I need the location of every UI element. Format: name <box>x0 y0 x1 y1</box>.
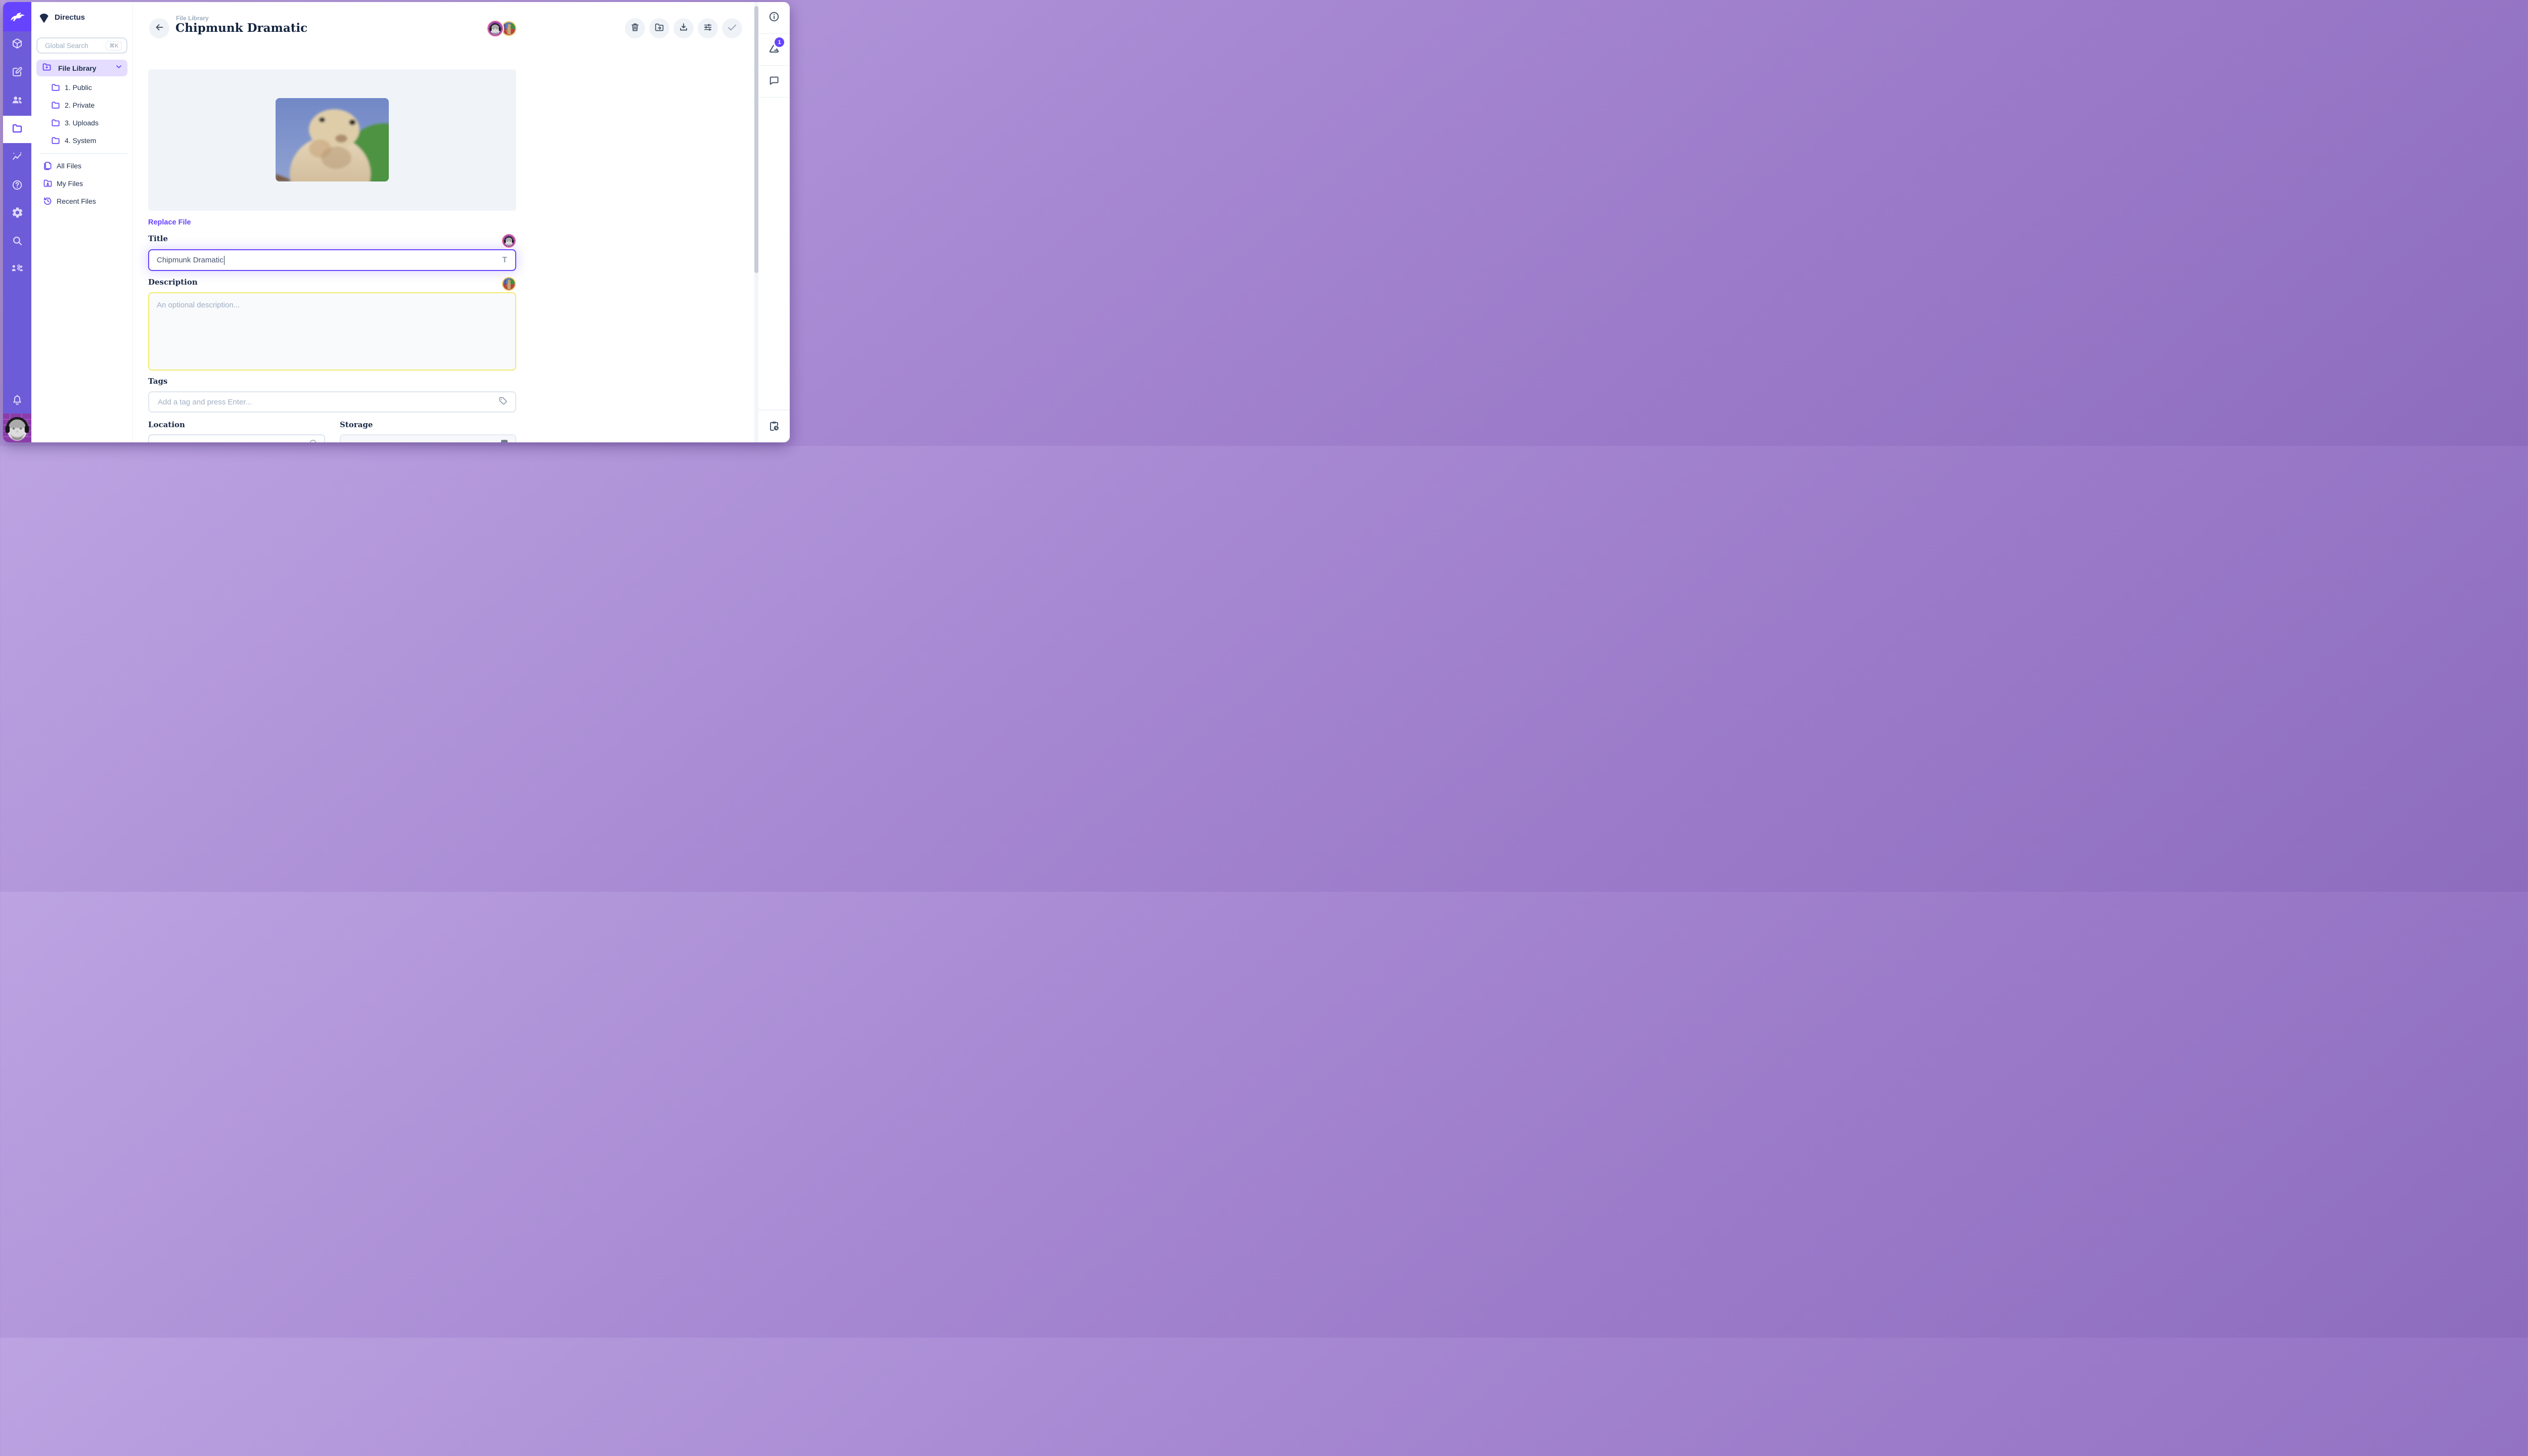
people-sound-icon <box>11 261 24 277</box>
project-logo-icon <box>38 12 50 26</box>
file-preview-image[interactable] <box>276 98 389 181</box>
help-icon <box>11 179 23 194</box>
search-shortcut-badge: ⌘K <box>106 41 122 51</box>
sidebar-folder-uploads[interactable]: 3. Uploads <box>65 119 99 127</box>
sidebar-divider <box>39 153 127 154</box>
module-help[interactable] <box>3 172 31 200</box>
module-content-editor[interactable] <box>3 59 31 86</box>
folder-move-icon <box>654 22 665 35</box>
edit-options-button[interactable] <box>698 18 718 38</box>
tune-sliders-icon <box>702 22 713 35</box>
location-field-label: Location <box>148 420 185 429</box>
tags-field-label: Tags <box>148 377 167 386</box>
folder-star-icon <box>41 62 52 75</box>
module-search[interactable] <box>3 228 31 255</box>
replace-file-link[interactable]: Replace File <box>148 218 191 226</box>
description-textarea[interactable]: An optional description... <box>148 292 516 371</box>
notification-badge: 1 <box>775 37 784 47</box>
editor-avatar-user[interactable] <box>487 21 503 36</box>
gear-icon <box>11 206 24 221</box>
module-content[interactable] <box>3 31 31 58</box>
module-settings[interactable] <box>3 200 31 228</box>
move-to-folder-button[interactable] <box>649 18 669 38</box>
sidebar-item-label: File Library <box>58 64 96 72</box>
notifications-sidebar-button[interactable] <box>758 34 790 66</box>
trash-icon <box>629 22 641 35</box>
storage-icon <box>501 440 508 442</box>
recent-files-icon <box>42 196 53 209</box>
folder-icon <box>51 135 61 148</box>
page-title: Chipmunk Dramatic <box>175 21 307 35</box>
folder-icon <box>51 118 61 130</box>
title-editor-avatar <box>502 234 516 248</box>
check-icon <box>726 21 738 36</box>
directus-window: Directus ⌘K File Library 1. Public 2. Pr… <box>3 2 790 442</box>
module-insights[interactable] <box>3 144 31 171</box>
global-search-box[interactable]: ⌘K <box>36 37 127 54</box>
search-icon <box>11 235 23 249</box>
folder-icon <box>51 100 61 113</box>
breadcrumb[interactable]: File Library <box>176 15 209 22</box>
directus-rabbit-logo-icon <box>9 8 25 26</box>
folder-icon <box>11 122 23 137</box>
edit-icon <box>11 66 23 80</box>
title-input-value: Chipmunk Dramatic <box>157 256 223 264</box>
right-sidebar <box>758 2 790 442</box>
module-translations[interactable] <box>3 255 31 283</box>
sidebar-folder-public[interactable]: 1. Public <box>65 83 92 92</box>
download-icon <box>678 22 689 35</box>
arrow-left-icon <box>154 22 165 35</box>
comment-icon <box>768 74 780 89</box>
tags-text-input[interactable] <box>157 397 498 407</box>
module-file-library[interactable] <box>3 116 31 143</box>
description-editor-avatar <box>502 277 516 291</box>
sidebar-folder-private[interactable]: 2. Private <box>65 101 95 109</box>
module-users[interactable] <box>3 87 31 115</box>
bell-icon <box>11 394 23 408</box>
project-name: Directus <box>55 13 85 22</box>
insights-icon <box>11 151 23 165</box>
tags-input[interactable] <box>148 391 516 413</box>
editor-avatar-chipmunk[interactable] <box>502 21 516 36</box>
sidebar-link-my-files[interactable]: My Files <box>57 179 83 188</box>
location-input[interactable] <box>148 434 325 442</box>
title-input[interactable]: Chipmunk Dramatic T <box>148 249 516 271</box>
info-icon <box>768 11 780 25</box>
global-search-input[interactable] <box>44 41 105 50</box>
text-caret <box>224 256 225 265</box>
scrollbar-thumb[interactable] <box>754 6 758 273</box>
download-button[interactable] <box>673 18 694 38</box>
delete-button[interactable] <box>625 18 645 38</box>
title-case-icon[interactable]: T <box>502 256 507 265</box>
chevron-down-icon[interactable] <box>114 62 123 74</box>
save-button[interactable] <box>722 18 742 38</box>
all-files-icon <box>42 160 53 173</box>
cube-icon <box>11 37 23 52</box>
sidebar-item-file-library[interactable]: File Library <box>36 60 127 76</box>
back-button[interactable] <box>149 18 169 38</box>
module-bar <box>3 2 31 442</box>
current-user-avatar[interactable] <box>3 414 31 442</box>
storage-field-label: Storage <box>340 420 373 429</box>
right-sidebar-divider <box>758 410 790 411</box>
storage-input <box>340 434 516 442</box>
sidebar-link-all-files[interactable]: All Files <box>57 162 81 170</box>
my-files-icon <box>42 178 53 191</box>
comments-sidebar-button[interactable] <box>758 66 790 98</box>
folder-icon <box>51 82 61 95</box>
tag-icon <box>498 396 508 408</box>
sidebar-link-recent-files[interactable]: Recent Files <box>57 197 96 205</box>
activity-sidebar-button[interactable] <box>758 413 790 442</box>
module-notifications[interactable] <box>3 387 31 415</box>
info-sidebar-button[interactable] <box>758 2 790 34</box>
description-field-label: Description <box>148 278 198 287</box>
clipboard-clock-icon <box>768 420 780 435</box>
sidebar-folder-system[interactable]: 4. System <box>65 136 96 145</box>
users-icon <box>11 94 24 109</box>
description-placeholder: An optional description... <box>157 301 515 309</box>
module-directus-home[interactable] <box>3 2 31 31</box>
title-field-label: Title <box>148 234 168 243</box>
